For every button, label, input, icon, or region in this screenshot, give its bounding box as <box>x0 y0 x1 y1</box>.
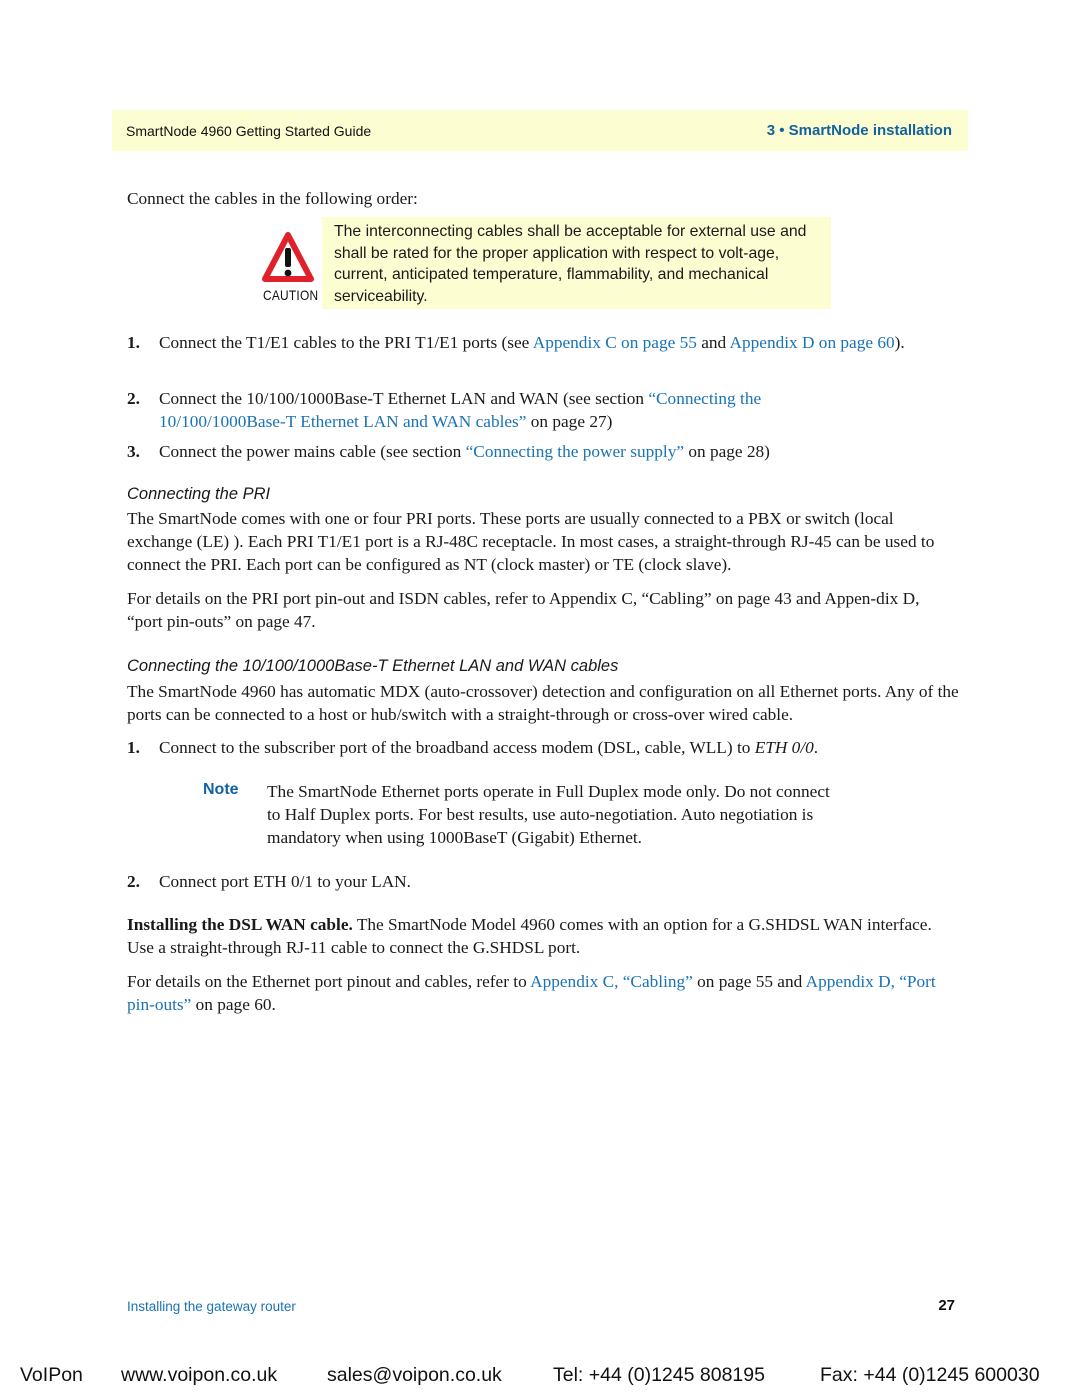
guide-title: SmartNode 4960 Getting Started Guide <box>126 123 372 139</box>
pri-paragraph: The SmartNode comes with one or four PRI… <box>127 509 935 574</box>
brand-name: VoIPon <box>20 1364 83 1386</box>
caution-label: CAUTION <box>263 287 319 303</box>
chapter-title: 3 • SmartNode installation <box>766 122 952 139</box>
list-number: 2. <box>127 872 140 891</box>
appendix-d-link[interactable]: Appendix D on page 60 <box>730 333 895 352</box>
eth-port-name: ETH 0/0 <box>754 738 814 757</box>
footer-section-title: Installing the gateway router <box>127 1299 296 1314</box>
dsl-details-paragraph: For details on the Ethernet port pinout … <box>127 972 936 1014</box>
section-heading-ethernet: Connecting the 10/100/1000Base-T Etherne… <box>127 657 619 675</box>
dsl-paragraph: Installing the DSL WAN cable. The SmartN… <box>127 915 932 957</box>
list-number: 1. <box>127 738 140 757</box>
telephone-number: Tel: +44 (0)1245 808195 <box>553 1364 765 1386</box>
list-item: 2. Connect the 10/100/1000Base-T Etherne… <box>127 389 762 431</box>
list-number: 1. <box>127 333 140 352</box>
dsl-run-in-heading: Installing the DSL WAN cable. <box>127 915 353 934</box>
list-item: 2. Connect port ETH 0/1 to your LAN. <box>127 872 411 891</box>
pri-details-paragraph: For details on the PRI port pin-out and … <box>127 589 920 631</box>
list-item: 3. Connect the power mains cable (see se… <box>127 442 770 461</box>
intro-paragraph: Connect the cables in the following orde… <box>127 189 418 208</box>
list-item: 1. Connect to the subscriber port of the… <box>127 738 819 757</box>
list-number: 3. <box>127 442 140 461</box>
running-header: SmartNode 4960 Getting Started Guide 3 •… <box>112 110 968 151</box>
email-link[interactable]: sales@voipon.co.uk <box>327 1364 502 1387</box>
appendix-c-link[interactable]: Appendix C on page 55 <box>533 333 697 352</box>
list-number: 2. <box>127 389 140 408</box>
note-text: The SmartNode Ethernet ports operate in … <box>267 782 830 847</box>
power-supply-link[interactable]: “Connecting the power supply” <box>466 442 684 461</box>
fax-number: Fax: +44 (0)1245 600030 <box>820 1364 1040 1386</box>
website-link[interactable]: www.voipon.co.uk <box>121 1364 277 1387</box>
caution-box: The interconnecting cables shall be acce… <box>322 217 831 309</box>
appendix-c-cabling-link[interactable]: Appendix C, “Cabling” <box>530 972 693 991</box>
section-heading-pri: Connecting the PRI <box>127 485 271 503</box>
list-item: 1. Connect the T1/E1 cables to the PRI T… <box>127 333 905 352</box>
caution-text: The interconnecting cables shall be acce… <box>334 223 807 305</box>
ethernet-paragraph: The SmartNode 4960 has automatic MDX (au… <box>127 682 959 724</box>
note-label: Note <box>203 781 239 798</box>
page-number: 27 <box>938 1297 955 1314</box>
